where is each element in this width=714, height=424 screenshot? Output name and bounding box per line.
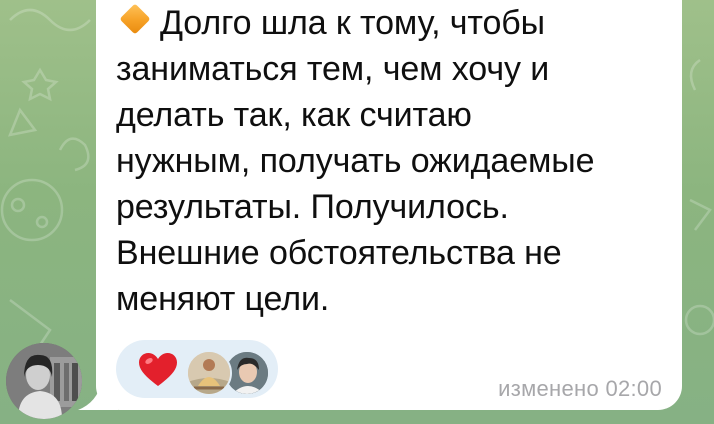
message-line-2: заниматься тем, чем хочу и xyxy=(116,50,550,88)
message-line-5: результаты. Получилось. xyxy=(116,188,509,226)
reaction-pill[interactable] xyxy=(116,340,278,398)
red-heart-icon xyxy=(139,353,177,386)
reactor-avatar xyxy=(186,350,232,396)
message-line-3: делать так, как считаю xyxy=(116,96,472,134)
message-meta: изменено 02:00 xyxy=(498,376,662,402)
sender-avatar-photo-icon xyxy=(6,343,82,419)
message-line-1: Долго шла к тому, чтобы xyxy=(116,0,676,46)
orange-diamond-icon xyxy=(119,3,151,35)
message-bubble[interactable]: Долго шла к тому, чтобы заниматься тем, … xyxy=(96,0,682,410)
reactor-photo-icon xyxy=(226,352,268,394)
edited-label: изменено xyxy=(498,376,600,401)
reactor-photo-icon xyxy=(188,352,230,394)
message-text: Долго шла к тому, чтобы заниматься тем, … xyxy=(116,0,676,322)
message-time: 02:00 xyxy=(605,376,662,401)
message-line-6: Внешние обстоятельства не xyxy=(116,234,562,272)
sender-avatar[interactable] xyxy=(6,343,82,419)
message-line-4: нужным, получать ожидаемые xyxy=(116,142,595,180)
message-line-7: меняют цели. xyxy=(116,280,330,318)
